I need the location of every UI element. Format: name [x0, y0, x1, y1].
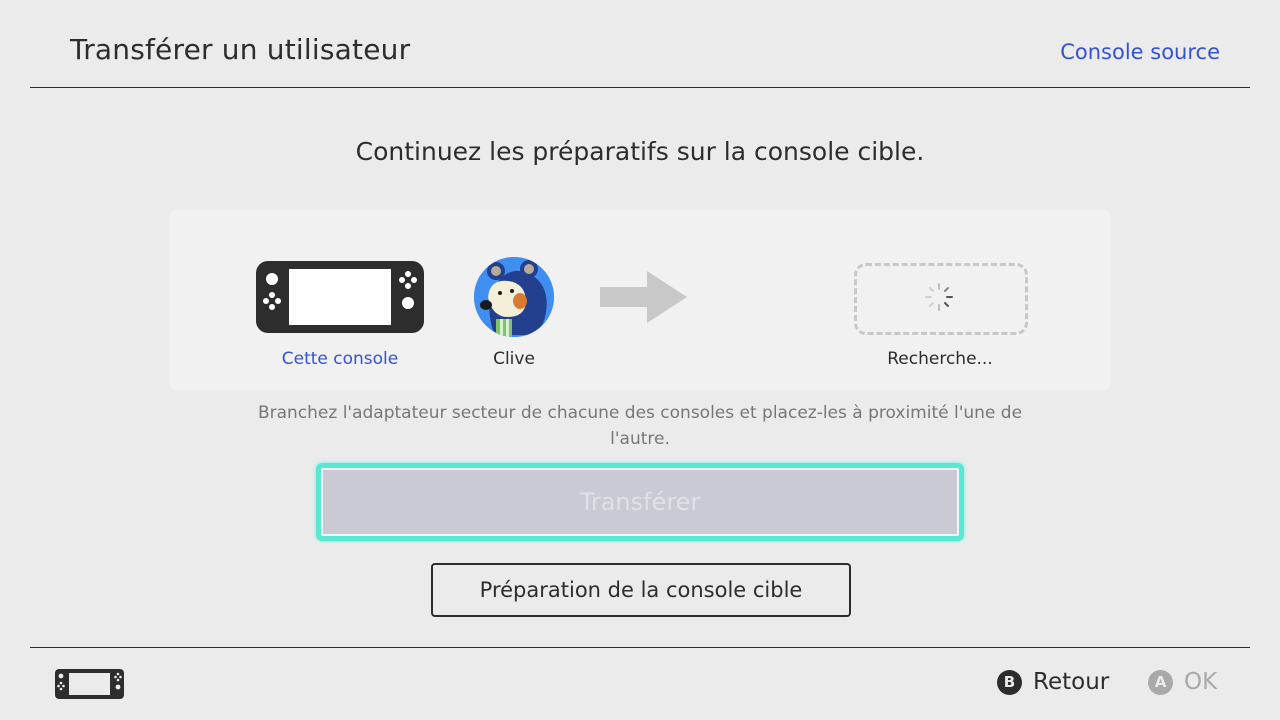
- source-console-label: Cette console: [281, 349, 399, 369]
- console-source-link[interactable]: Console source: [1060, 40, 1220, 64]
- back-button[interactable]: B Retour: [997, 669, 1109, 695]
- handheld-console-icon: [55, 669, 124, 699]
- header-divider: [30, 87, 1250, 88]
- a-button-icon: A: [1148, 669, 1173, 695]
- handheld-console-icon: [256, 261, 424, 333]
- instruction-headline: Continuez les préparatifs sur la console…: [355, 137, 925, 166]
- loading-spinner-icon: [925, 283, 953, 311]
- user-name-label: Clive: [493, 349, 535, 369]
- back-label: Retour: [1033, 669, 1110, 695]
- page-title: Transférer un utilisateur: [70, 33, 411, 66]
- transfer-button[interactable]: Transférer: [316, 463, 964, 541]
- ok-label: OK: [1184, 669, 1218, 695]
- footer-divider: [30, 647, 1250, 648]
- hedgehog-character-icon: [474, 257, 554, 337]
- target-status-label: Recherche...: [887, 349, 993, 369]
- hint-text: Branchez l'adaptateur secteur de chacune…: [257, 403, 1023, 449]
- user-avatar[interactable]: [474, 257, 554, 337]
- transfer-button-label: Transférer: [321, 468, 959, 536]
- ok-button[interactable]: A OK: [1148, 669, 1217, 695]
- b-button-icon: B: [997, 669, 1022, 695]
- prepare-target-console-button[interactable]: Préparation de la console cible: [431, 563, 851, 617]
- arrow-right-icon: [600, 271, 687, 323]
